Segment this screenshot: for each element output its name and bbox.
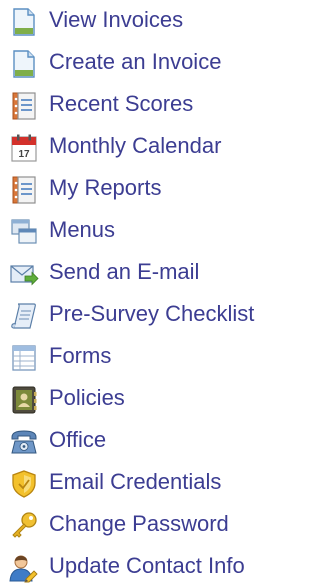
menu-item-email-credentials[interactable]: Email Credentials — [0, 466, 281, 500]
menu-item-label: Change Password — [49, 511, 229, 536]
calendar-icon: 17 — [9, 133, 39, 163]
menu-item-label: Update Contact Info — [49, 553, 245, 578]
user-edit-icon — [9, 553, 39, 583]
calendar-day-text: 17 — [18, 149, 30, 160]
menu-item-forms[interactable]: Forms — [0, 340, 281, 374]
menu-item-label: Pre-Survey Checklist — [49, 301, 255, 326]
shield-icon — [9, 469, 39, 499]
menu-item-monthly-calendar[interactable]: 17 Monthly Calendar — [0, 130, 281, 164]
menu-item-create-invoice[interactable]: Create an Invoice — [0, 46, 281, 80]
menu-item-update-contact-info[interactable]: Update Contact Info — [0, 550, 281, 584]
telephone-icon — [9, 427, 39, 457]
notebook-icon — [9, 175, 39, 205]
form-table-icon — [9, 343, 39, 373]
email-send-icon — [9, 259, 39, 289]
scroll-icon — [9, 301, 39, 331]
menu-item-office[interactable]: Office — [0, 424, 281, 458]
address-book-icon — [9, 385, 39, 415]
menu-item-label: Policies — [49, 385, 125, 410]
sidebar-menu: View Invoices Create an Invoice Recent S… — [0, 0, 281, 583]
menu-item-label: Forms — [49, 343, 112, 368]
menu-item-policies[interactable]: Policies — [0, 382, 281, 416]
document-icon — [9, 7, 39, 37]
document-icon — [9, 49, 39, 79]
menu-item-send-email[interactable]: Send an E-mail — [0, 256, 281, 290]
menu-item-pre-survey-checklist[interactable]: Pre-Survey Checklist — [0, 298, 281, 332]
menu-item-label: My Reports — [49, 175, 162, 200]
menu-item-label: Email Credentials — [49, 469, 222, 494]
menu-item-label: Recent Scores — [49, 91, 194, 116]
notebook-icon — [9, 91, 39, 121]
menu-item-label: Create an Invoice — [49, 49, 222, 74]
menu-item-menus[interactable]: Menus — [0, 214, 281, 248]
menu-item-label: View Invoices — [49, 7, 184, 32]
key-icon — [9, 511, 39, 541]
menu-item-label: Office — [49, 427, 107, 452]
menu-item-label: Monthly Calendar — [49, 133, 222, 158]
menu-item-label: Send an E-mail — [49, 259, 200, 284]
windows-icon — [9, 217, 39, 247]
menu-item-my-reports[interactable]: My Reports — [0, 172, 281, 206]
menu-item-recent-scores[interactable]: Recent Scores — [0, 88, 281, 122]
menu-item-view-invoices[interactable]: View Invoices — [0, 4, 281, 38]
menu-item-label: Menus — [49, 217, 116, 242]
menu-item-change-password[interactable]: Change Password — [0, 508, 281, 542]
